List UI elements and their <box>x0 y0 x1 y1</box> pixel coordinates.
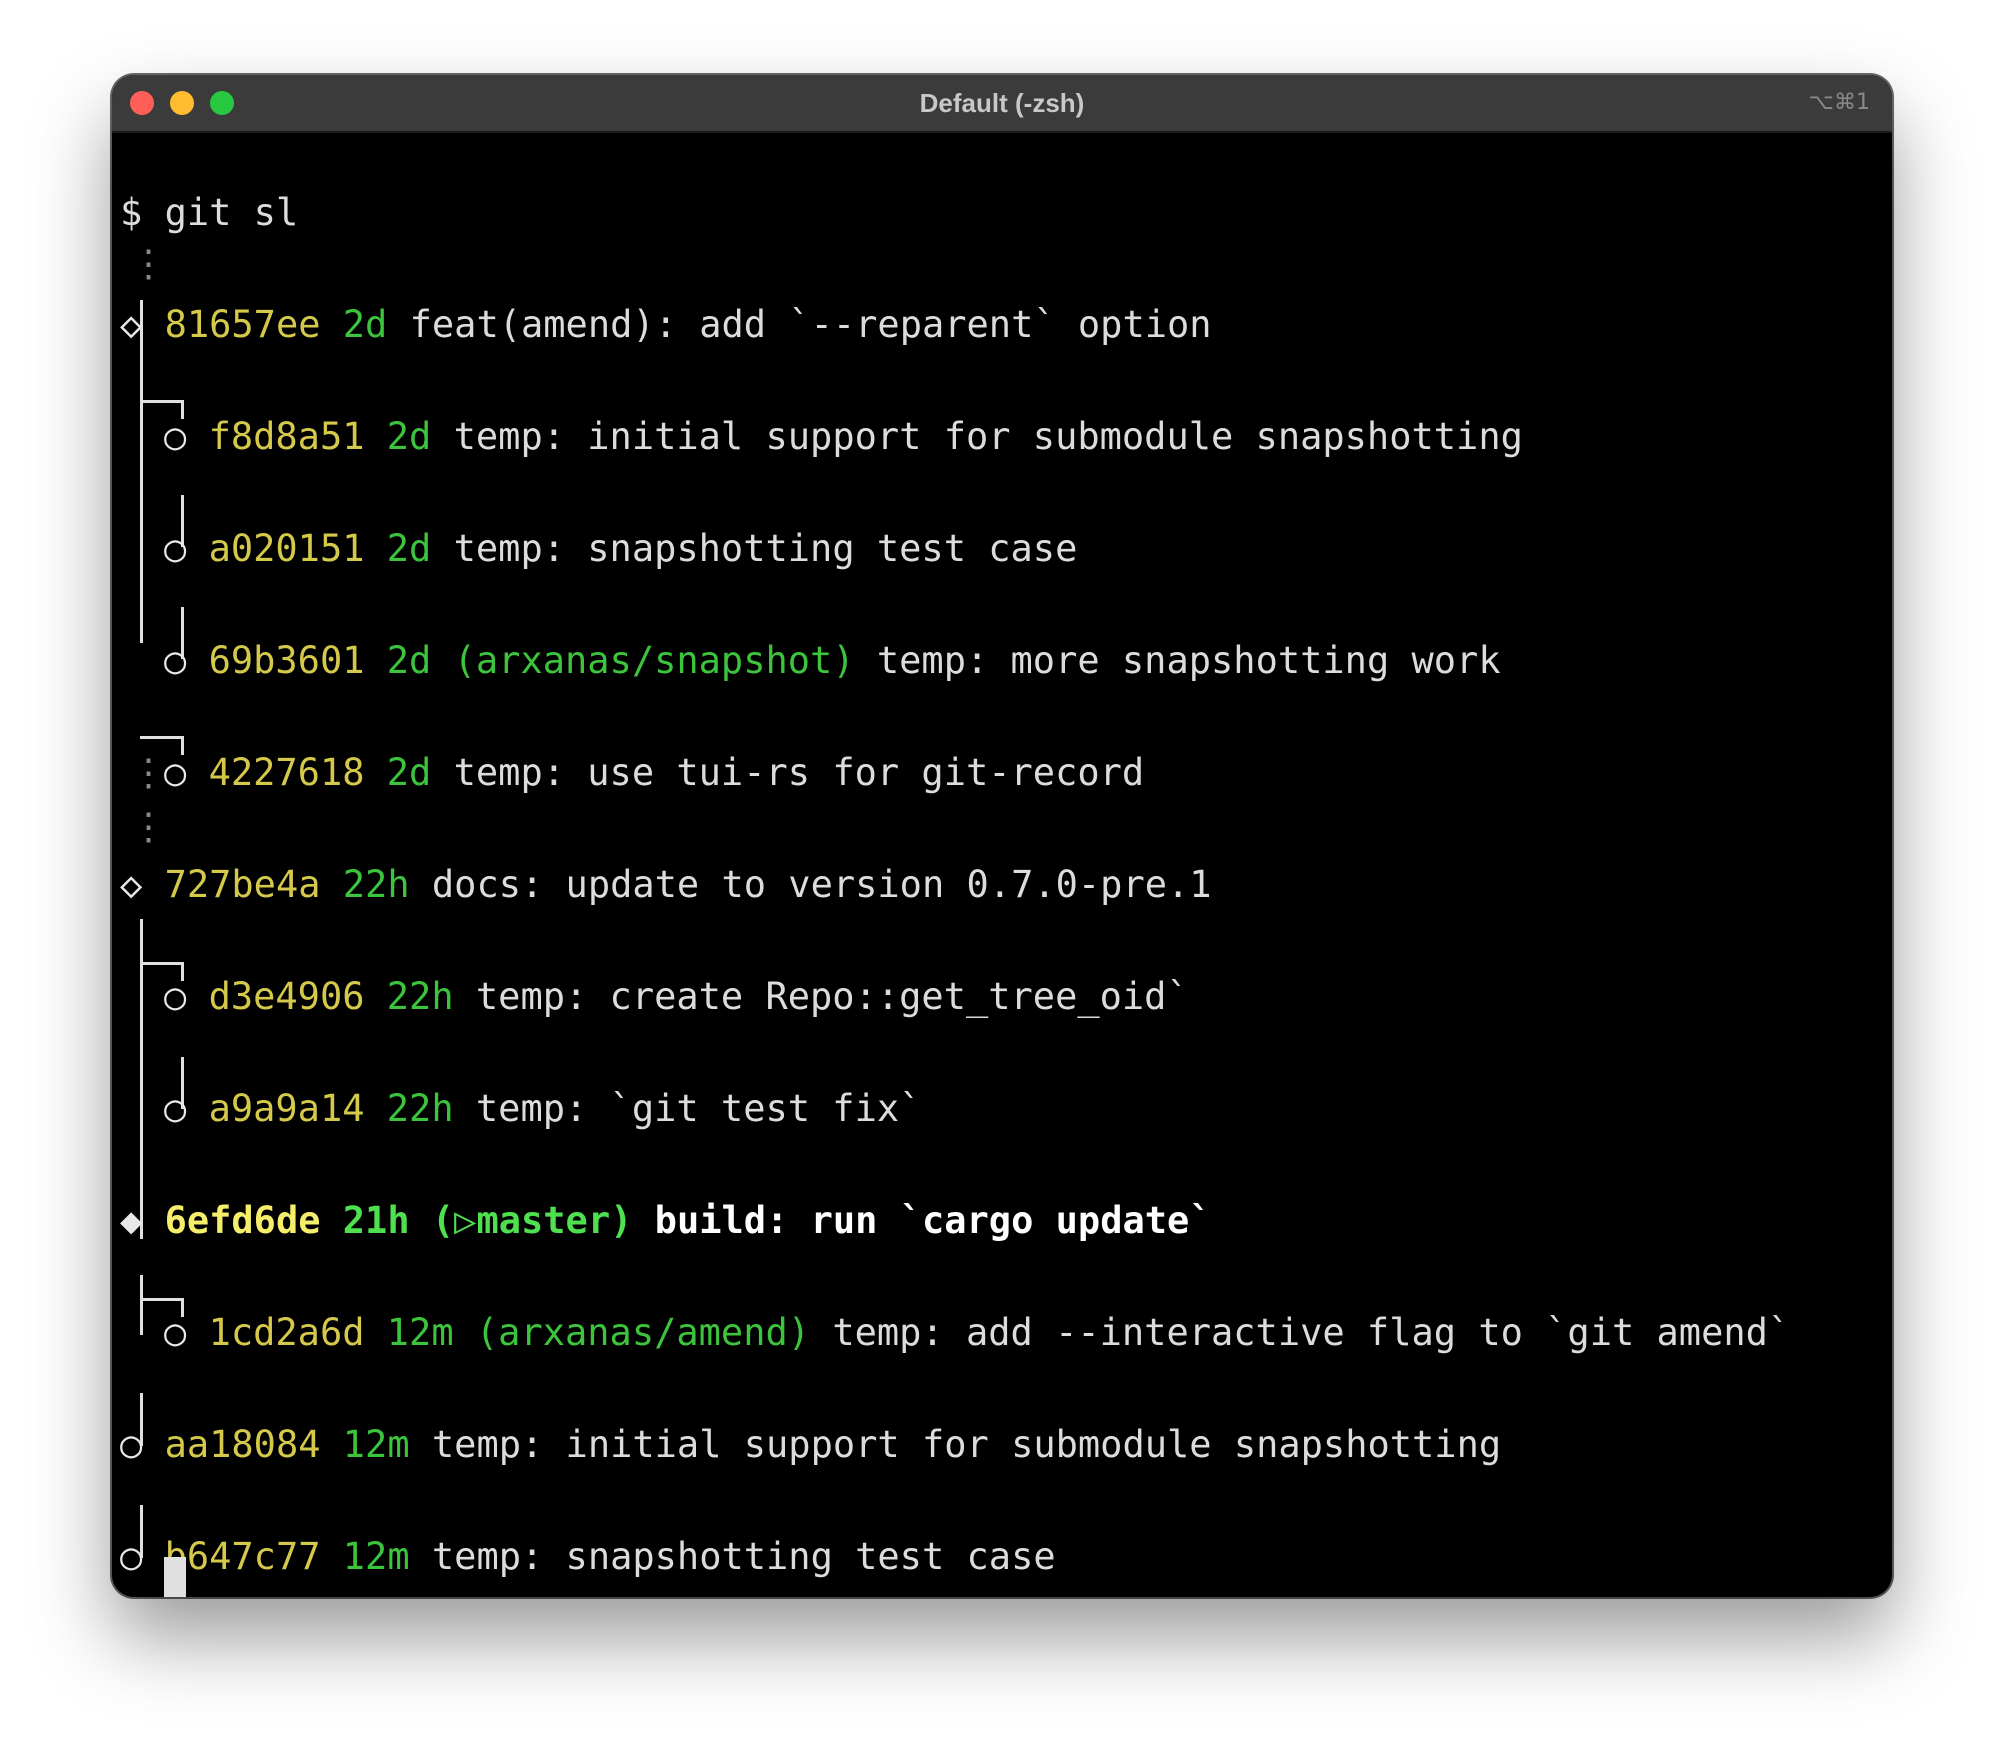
commit-age: 2d <box>386 527 432 570</box>
graph-branch <box>140 1298 184 1301</box>
ellipsis-marker: ⋮ <box>130 242 167 285</box>
commit-message: temp: snapshotting test case <box>453 527 1078 570</box>
commit-hash: aa18084 <box>164 1423 321 1466</box>
commit-row: ○ 4227618 2d temp: use tui-rs for git-re… <box>164 745 1144 801</box>
commit-hash: a020151 <box>208 527 365 570</box>
draft-commit-icon: ○ <box>164 415 187 458</box>
terminal-cursor[interactable] <box>164 1557 186 1597</box>
commit-hash: 4227618 <box>208 751 365 794</box>
draft-commit-icon: ○ <box>164 639 187 682</box>
commit-message: temp: snapshotting test case <box>431 1535 1056 1578</box>
draft-commit-icon: ○ <box>164 1311 187 1354</box>
commit-row: ○ aa18084 12m temp: initial support for … <box>120 1417 1501 1473</box>
commit-row: ○ d3e4906 22h temp: create Repo::get_tre… <box>164 969 1189 1025</box>
window-title: Default (-zsh) <box>919 88 1085 118</box>
graph-branch <box>140 400 184 403</box>
commit-row: ○ b647c77 12m temp: snapshotting test ca… <box>120 1529 1056 1585</box>
commit-row: ○ 69b3601 2d (arxanas/snapshot) temp: mo… <box>164 633 1501 689</box>
commit-age: 12m <box>342 1423 410 1466</box>
ellipsis-marker: ⋮ <box>130 805 167 848</box>
head-commit-row: ◆ 6efd6de 21h (▷master) build: run `carg… <box>120 1193 1212 1249</box>
commit-age: 12m <box>342 1535 410 1578</box>
commit-message: temp: initial support for submodule snap… <box>453 415 1523 458</box>
branch-label: (arxanas/snapshot) <box>453 639 855 682</box>
commit-age: 2d <box>386 639 432 682</box>
commit-message: temp: add --interactive flag to `git ame… <box>832 1311 1791 1354</box>
commit-row: ○ f8d8a51 2d temp: initial support for s… <box>164 409 1523 465</box>
commit-age: 22h <box>342 863 410 906</box>
draft-commit-icon: ○ <box>164 975 187 1018</box>
commit-row: ◇ 81657ee 2d feat(amend): add `--reparen… <box>120 297 1212 353</box>
commit-hash: 727be4a <box>164 863 321 906</box>
commit-age: 2d <box>342 303 388 346</box>
command-line: $ git sl <box>120 185 298 241</box>
commit-message: temp: `git test fix` <box>475 1087 922 1130</box>
branch-label: (arxanas/amend) <box>475 1311 811 1354</box>
commit-hash: b647c77 <box>164 1535 321 1578</box>
prompt: $ <box>120 191 143 234</box>
draft-commit-icon: ○ <box>120 1423 143 1466</box>
commit-age: 22h <box>386 1087 454 1130</box>
commit-message: feat(amend): add `--reparent` option <box>409 303 1212 346</box>
graph-branch <box>140 736 184 739</box>
commit-row: ◇ 727be4a 22h docs: update to version 0.… <box>120 857 1212 913</box>
commit-message: temp: more snapshotting work <box>876 639 1501 682</box>
branch-open-paren: ( <box>431 1199 455 1242</box>
commit-age: 2d <box>386 751 432 794</box>
commit-row: ○ a020151 2d temp: snapshotting test cas… <box>164 521 1077 577</box>
terminal-output[interactable]: $ git sl ⋮ ◇ 81657ee 2d feat(amend): add… <box>120 133 1892 1597</box>
branch-label: master) <box>476 1199 633 1242</box>
commit-hash: f8d8a51 <box>208 415 365 458</box>
draft-commit-icon: ○ <box>164 527 187 570</box>
terminal-window: Default (-zsh) ⌥⌘1 $ git sl ⋮ ◇ 81657ee … <box>112 75 1892 1597</box>
commit-age: 21h <box>342 1199 410 1242</box>
public-commit-icon: ◇ <box>120 303 143 346</box>
commit-age: 22h <box>386 975 454 1018</box>
commit-hash: d3e4906 <box>208 975 365 1018</box>
window-shortcut: ⌥⌘1 <box>1808 90 1870 115</box>
command-text: git sl <box>164 191 299 234</box>
commit-hash: 81657ee <box>164 303 321 346</box>
commit-message: docs: update to version 0.7.0-pre.1 <box>431 863 1212 906</box>
commit-row: ○ a9a9a14 22h temp: `git test fix` <box>164 1081 921 1137</box>
graph-branch <box>140 962 184 965</box>
commit-row: ○ 1cd2a6d 12m (arxanas/amend) temp: add … <box>164 1305 1790 1361</box>
title-bar: Default (-zsh) ⌥⌘1 <box>112 75 1892 133</box>
commit-hash: 69b3601 <box>208 639 365 682</box>
draft-commit-icon: ○ <box>164 751 187 794</box>
head-commit-icon: ◆ <box>120 1199 143 1242</box>
graph-line <box>140 919 143 1239</box>
ellipsis-marker: ⋮ <box>130 751 167 794</box>
graph-line <box>140 1275 143 1335</box>
commit-age: 2d <box>386 415 432 458</box>
commit-message: temp: use tui-rs for git-record <box>453 751 1145 794</box>
commit-hash: 1cd2a6d <box>208 1311 365 1354</box>
commit-age: 12m <box>386 1311 454 1354</box>
draft-commit-icon: ○ <box>164 1087 187 1130</box>
public-commit-icon: ◇ <box>120 863 143 906</box>
commit-message: temp: initial support for submodule snap… <box>431 1423 1502 1466</box>
commit-hash: a9a9a14 <box>208 1087 365 1130</box>
commit-hash: 6efd6de <box>164 1199 321 1242</box>
commit-message: temp: create Repo::get_tree_oid` <box>475 975 1189 1018</box>
play-icon: ▷ <box>454 1199 477 1242</box>
draft-commit-icon: ○ <box>120 1535 143 1578</box>
commit-message: build: run `cargo update` <box>654 1199 1212 1242</box>
